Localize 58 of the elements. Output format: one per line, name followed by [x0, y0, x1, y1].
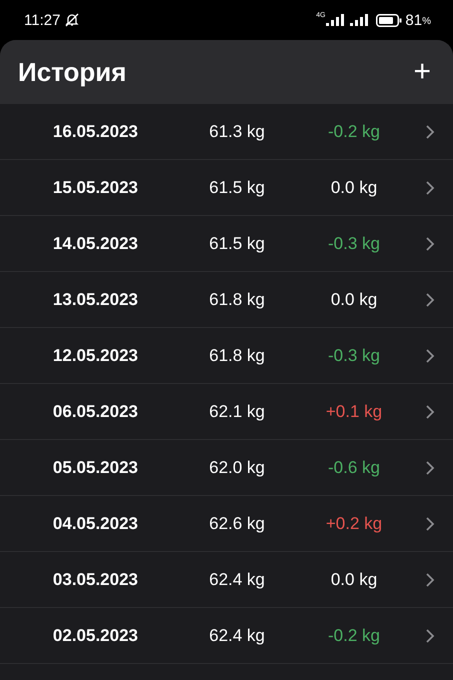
- screen-title: История: [18, 56, 126, 88]
- entry-date: 06.05.2023: [52, 402, 138, 422]
- entry-weight: 61.8 kg: [209, 290, 265, 310]
- entry-change: +0.2 kg: [326, 514, 382, 534]
- entry-weight: 62.1 kg: [209, 402, 265, 422]
- history-row[interactable]: 16.05.2023 61.3 kg -0.2 kg: [0, 104, 453, 160]
- chevron-icon: [424, 628, 434, 644]
- history-row[interactable]: 04.05.2023 62.6 kg +0.2 kg: [0, 496, 453, 552]
- history-row[interactable]: 05.05.2023 62.0 kg -0.6 kg: [0, 440, 453, 496]
- signal-icon: [326, 14, 344, 26]
- chevron-icon: [424, 348, 434, 364]
- entry-change: -0.3 kg: [328, 234, 380, 254]
- entry-weight: 62.6 kg: [209, 514, 265, 534]
- history-row[interactable]: 13.05.2023 61.8 kg 0.0 kg: [0, 272, 453, 328]
- entry-date: 02.05.2023: [52, 626, 138, 646]
- chevron-icon: [424, 516, 434, 532]
- entry-weight: 62.0 kg: [209, 458, 265, 478]
- entry-change: +0.1 kg: [326, 402, 382, 422]
- entry-change: 0.0 kg: [330, 290, 378, 310]
- entry-date: 16.05.2023: [52, 122, 138, 142]
- entry-date: 12.05.2023: [52, 346, 138, 366]
- history-row[interactable]: 03.05.2023 62.4 kg 0.0 kg: [0, 552, 453, 608]
- history-row[interactable]: 02.05.2023 62.4 kg -0.2 kg: [0, 608, 453, 664]
- entry-date: 05.05.2023: [52, 458, 138, 478]
- entry-weight: 62.4 kg: [209, 570, 265, 590]
- entry-weight: 61.5 kg: [209, 178, 265, 198]
- history-row[interactable]: 06.05.2023 62.1 kg +0.1 kg: [0, 384, 453, 440]
- entry-date: 03.05.2023: [52, 570, 138, 590]
- battery-percent: 81%: [405, 12, 431, 28]
- history-row[interactable]: 12.05.2023 61.8 kg -0.3 kg: [0, 328, 453, 384]
- chevron-icon: [424, 404, 434, 420]
- entry-weight: 61.3 kg: [209, 122, 265, 142]
- chevron-icon: [424, 572, 434, 588]
- entry-change: -0.2 kg: [328, 122, 380, 142]
- entry-date: 04.05.2023: [52, 514, 138, 534]
- chevron-icon: [424, 124, 434, 140]
- entry-weight: 61.5 kg: [209, 234, 265, 254]
- history-row[interactable]: 15.05.2023 61.5 kg 0.0 kg: [0, 160, 453, 216]
- history-row[interactable]: 14.05.2023 61.5 kg -0.3 kg: [0, 216, 453, 272]
- bell-off-icon: [64, 12, 80, 28]
- entry-change: -0.6 kg: [328, 458, 380, 478]
- entry-date: 14.05.2023: [52, 234, 138, 254]
- entry-change: -0.2 kg: [328, 626, 380, 646]
- entry-change: -0.3 kg: [328, 346, 380, 366]
- entry-change: 0.0 kg: [330, 178, 378, 198]
- entry-weight: 62.4 kg: [209, 626, 265, 646]
- battery-icon: [376, 14, 402, 26]
- chevron-icon: [424, 292, 434, 308]
- entry-weight: 61.8 kg: [209, 346, 265, 366]
- signal-icon: [350, 14, 368, 26]
- entry-date: 15.05.2023: [52, 178, 138, 198]
- entry-date: 13.05.2023: [52, 290, 138, 310]
- chevron-icon: [424, 236, 434, 252]
- chevron-icon: [424, 460, 434, 476]
- chevron-icon: [424, 180, 434, 196]
- status-time: 11:27: [24, 12, 60, 28]
- entry-change: 0.0 kg: [330, 570, 378, 590]
- add-button[interactable]: +: [409, 57, 435, 87]
